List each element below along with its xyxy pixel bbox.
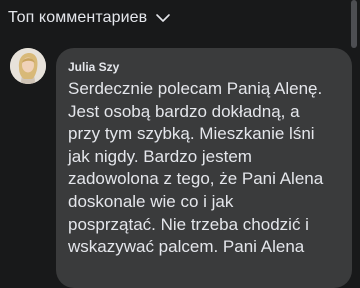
chevron-down-icon [156,14,171,22]
comment-author[interactable]: Julia Szy [68,60,119,74]
avatar[interactable] [10,48,46,84]
scrollbar[interactable] [351,0,357,48]
comment-bubble: Julia Szy Serdecznie polecam Panią Alenę… [56,48,352,288]
sort-comments-button[interactable]: Топ комментариев [8,9,171,27]
sort-label: Топ комментариев [8,9,148,26]
comment-text: Serdecznie polecam Panią Alenę. Jest oso… [68,79,324,257]
comments-header: Топ комментариев [0,0,360,40]
user-avatar-icon [10,48,46,84]
